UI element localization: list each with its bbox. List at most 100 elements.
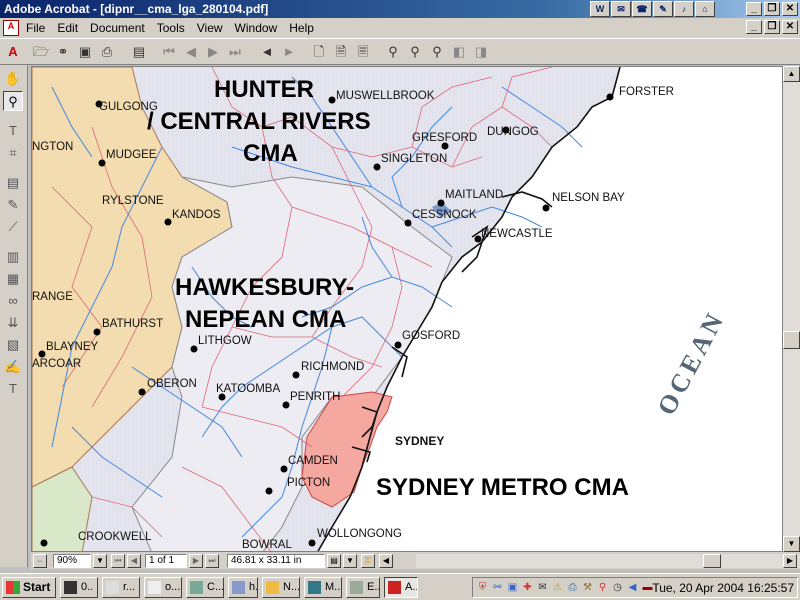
first-page-icon[interactable]: ⏮: [160, 43, 178, 61]
menu-window[interactable]: Window: [235, 21, 278, 35]
town-marker: [404, 219, 412, 227]
speaker-icon[interactable]: ◀: [626, 580, 639, 595]
town-marker: [164, 218, 172, 226]
taskbar-item-acrobat[interactable]: A...: [384, 577, 418, 598]
open-folder-icon[interactable]: 🗁: [32, 43, 50, 61]
menu-tools[interactable]: Tools: [157, 21, 185, 35]
town-label: FORSTER: [619, 86, 674, 98]
actual-size-icon[interactable]: 🗋: [310, 43, 328, 61]
taskbar-item[interactable]: N...: [262, 577, 300, 598]
network-icon[interactable]: ⚯: [491, 580, 504, 595]
horizontal-scroll-thumb[interactable]: [703, 554, 721, 568]
vertical-scroll-thumb[interactable]: [783, 331, 800, 349]
go-forward-icon[interactable]: ►: [280, 43, 298, 61]
fit-width-icon[interactable]: 🗏: [354, 43, 372, 61]
find-icon[interactable]: ⚲: [384, 43, 402, 61]
page-indicator[interactable]: 1 of 1: [145, 554, 187, 568]
antivirus-icon[interactable]: ✚: [521, 580, 534, 595]
search-icon[interactable]: ⚲: [406, 43, 424, 61]
last-page-icon[interactable]: ⏭: [226, 43, 244, 61]
zoom-tool-icon[interactable]: ⚲: [3, 91, 23, 111]
scroll-right-arrow-icon[interactable]: ▶: [783, 554, 797, 568]
text-select-icon[interactable]: T: [3, 121, 23, 141]
app-shortcut-icon[interactable]: ♪: [674, 1, 694, 17]
tools-icon[interactable]: ⚒: [581, 580, 594, 595]
taskbar-item[interactable]: o...: [144, 577, 182, 598]
scroll-down-arrow-icon[interactable]: ▼: [783, 536, 800, 552]
scroll-left-arrow-icon[interactable]: ◀: [379, 554, 393, 568]
taskbar-item[interactable]: r...: [102, 577, 140, 598]
doc-close-button[interactable]: ✕: [782, 20, 798, 34]
menu-edit[interactable]: Edit: [57, 21, 78, 35]
nav-pane-toggle-icon[interactable]: ⇔: [33, 554, 47, 568]
open-web-icon[interactable]: ⚭: [54, 43, 72, 61]
town-label: OBERON: [147, 378, 197, 390]
app-shortcut-icon[interactable]: ✎: [653, 1, 673, 17]
movie-tool-icon[interactable]: ▧: [3, 335, 23, 355]
page-layout-dropdown-icon[interactable]: ▼: [343, 554, 357, 568]
app-shortcut-icon[interactable]: ☎: [632, 1, 652, 17]
go-back-icon[interactable]: ◄: [258, 43, 276, 61]
next-page-status-icon[interactable]: ▶: [189, 554, 203, 568]
scroll-up-arrow-icon[interactable]: ▲: [783, 66, 800, 82]
next-highlight-icon[interactable]: ◨: [472, 43, 490, 61]
next-page-icon[interactable]: ▶: [204, 43, 222, 61]
minimize-button[interactable]: _: [746, 2, 762, 16]
doc-restore-button[interactable]: ❐: [764, 20, 780, 34]
show-navigation-icon[interactable]: ▤: [130, 43, 148, 61]
taskbar-item[interactable]: C...: [186, 577, 224, 598]
town-label: DUNGOG: [487, 126, 539, 138]
search-icon[interactable]: ⚲: [596, 580, 609, 595]
touchup-text-icon[interactable]: T: [3, 379, 23, 399]
app-shortcut-icon[interactable]: ⌂: [695, 1, 715, 17]
menu-document[interactable]: Document: [90, 21, 145, 35]
signature-tool-icon[interactable]: ✍: [3, 357, 23, 377]
taskbar-item[interactable]: 0..: [60, 577, 98, 598]
prev-page-status-icon[interactable]: ◀: [127, 554, 141, 568]
highlight-tool-icon[interactable]: ▥: [3, 247, 23, 267]
printer-icon[interactable]: ⎙: [566, 580, 579, 595]
clock-tray-icon[interactable]: ◷: [611, 580, 624, 595]
hand-tool-icon[interactable]: ✋: [3, 69, 23, 89]
page-layout-icon[interactable]: ▤: [327, 554, 341, 568]
previous-highlight-icon[interactable]: ◧: [450, 43, 468, 61]
document-icon[interactable]: A: [3, 20, 19, 36]
clock[interactable]: Tue, 20 Apr 2004 16:25:57: [652, 581, 794, 595]
start-button[interactable]: Start: [2, 577, 56, 598]
taskbar-item[interactable]: M...: [304, 577, 342, 598]
menu-help[interactable]: Help: [289, 21, 314, 35]
taskbar-item[interactable]: E...: [346, 577, 380, 598]
monitor-icon[interactable]: ▣: [506, 580, 519, 595]
zoom-dropdown-icon[interactable]: ▼: [93, 554, 107, 568]
link-tool-icon[interactable]: ∞: [3, 291, 23, 311]
zoom-field[interactable]: 90%: [53, 554, 91, 568]
shield-icon[interactable]: ⛨: [476, 580, 489, 595]
search-results-icon[interactable]: ⚲: [428, 43, 446, 61]
print-icon[interactable]: ⎙: [98, 43, 116, 61]
mail-icon[interactable]: ✉: [536, 580, 549, 595]
menu-file[interactable]: File: [26, 21, 45, 35]
app-shortcut-icon[interactable]: W: [590, 1, 610, 17]
menu-view[interactable]: View: [197, 21, 223, 35]
previous-page-icon[interactable]: ◀: [182, 43, 200, 61]
taskbar-item[interactable]: h...: [228, 577, 258, 598]
fit-page-icon[interactable]: 🗎: [332, 43, 350, 61]
article-tool-icon[interactable]: ⇊: [3, 313, 23, 333]
form-tool-icon[interactable]: ▦: [3, 269, 23, 289]
close-button[interactable]: ✕: [782, 2, 798, 16]
doc-minimize-button[interactable]: _: [746, 20, 762, 34]
document-view[interactable]: GULGONG MUDGEE NGTON RYLSTONE KANDOS RAN…: [31, 66, 783, 552]
restore-button[interactable]: ❐: [764, 2, 780, 16]
app-shortcut-icon[interactable]: ✉: [611, 1, 631, 17]
save-icon[interactable]: ▣: [76, 43, 94, 61]
vertical-scrollbar[interactable]: ▲ ▼: [783, 66, 800, 552]
first-page-status-icon[interactable]: ⏮: [111, 554, 125, 568]
line-tool-icon[interactable]: ⟋: [3, 217, 23, 237]
note-tool-icon[interactable]: ▤: [3, 173, 23, 193]
warning-icon[interactable]: ⚠: [551, 580, 564, 595]
pencil-tool-icon[interactable]: ✎: [3, 195, 23, 215]
security-key-icon[interactable]: ⚿: [361, 554, 375, 568]
horizontal-scrollbar[interactable]: [416, 554, 800, 568]
last-page-status-icon[interactable]: ⏭: [205, 554, 219, 568]
crop-tool-icon[interactable]: ⌗: [3, 143, 23, 163]
